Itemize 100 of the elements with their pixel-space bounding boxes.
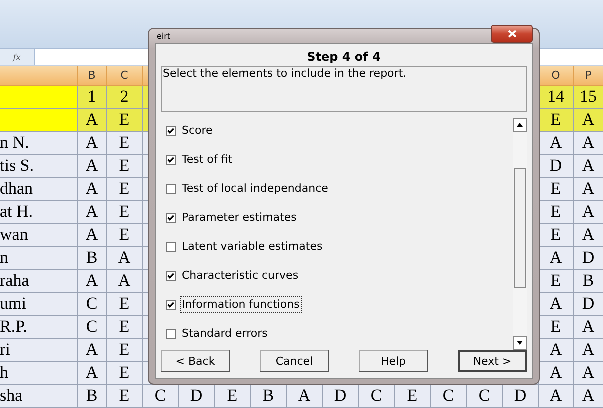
option-label[interactable]: Standard errors [180, 325, 270, 342]
table-cell: D [179, 385, 215, 408]
scroll-down-icon[interactable] [517, 341, 523, 345]
option-label[interactable]: Characteristic curves [180, 267, 301, 284]
table-cell: A [574, 362, 603, 385]
table-cell: raha [0, 270, 78, 293]
table-cell: A [574, 339, 603, 362]
table-cell: tis S. [0, 155, 78, 178]
table-cell: E [395, 385, 431, 408]
close-button[interactable] [491, 25, 533, 43]
table-cell: A [287, 385, 323, 408]
scroll-up-icon[interactable] [517, 123, 523, 127]
option-label[interactable]: Information functions [180, 296, 302, 313]
scrollbar[interactable] [513, 118, 527, 350]
table-cell: D [539, 155, 574, 178]
table-cell: A [574, 178, 603, 201]
table-cell: E [539, 178, 574, 201]
table-cell: D [503, 385, 539, 408]
checkbox[interactable] [166, 300, 176, 310]
table-cell: D [323, 385, 359, 408]
window-title: eirt [156, 32, 171, 40]
checkbox[interactable] [166, 242, 176, 252]
option-label[interactable]: Latent variable estimates [180, 238, 325, 255]
table-cell: n [0, 247, 78, 270]
table-cell: E [107, 362, 143, 385]
table-cell: E [539, 224, 574, 247]
table-cell: n N. [0, 132, 78, 155]
table-cell: A [574, 155, 603, 178]
table-cell: 14 [539, 86, 574, 109]
dialog-button[interactable]: Next > [458, 350, 527, 372]
table-cell: A [574, 109, 603, 132]
table-cell: B [78, 385, 107, 408]
column-header[interactable]: O [539, 66, 574, 86]
column-header[interactable]: P [574, 66, 603, 86]
table-cell: D [574, 293, 603, 316]
checkbox[interactable] [166, 154, 176, 164]
table-cell: C [359, 385, 395, 408]
table-cell: A [107, 247, 143, 270]
table-cell: ri [0, 339, 78, 362]
dialog-button[interactable]: < Back [161, 350, 230, 372]
close-icon[interactable] [508, 30, 516, 38]
table-cell: E [107, 339, 143, 362]
dialog-button[interactable]: Help [359, 350, 428, 372]
table-cell: at H. [0, 201, 78, 224]
table-cell: E [107, 293, 143, 316]
option-label[interactable]: Score [180, 122, 215, 139]
table-cell: B [251, 385, 287, 408]
table-cell: 15 [574, 86, 603, 109]
table-cell: E [107, 132, 143, 155]
function-label[interactable]: fx [13, 52, 21, 62]
table-cell: A [539, 362, 574, 385]
option-label[interactable]: Test of local independance [180, 180, 330, 197]
table-cell: A [78, 178, 107, 201]
table-cell: A [78, 109, 107, 132]
table-cell: A [539, 339, 574, 362]
table-cell: E [107, 201, 143, 224]
table-cell: 1 [78, 86, 107, 109]
table-cell: E [107, 316, 143, 339]
option-label[interactable]: Test of fit [180, 151, 234, 168]
table-cell: h [0, 362, 78, 385]
column-header[interactable]: C [107, 66, 143, 86]
table-cell: A [574, 132, 603, 155]
table-cell: E [107, 155, 143, 178]
table-cell: sha [0, 385, 78, 408]
table-cell: umi [0, 293, 78, 316]
table-cell: A [78, 362, 107, 385]
option-label[interactable]: Parameter estimates [180, 209, 299, 226]
table-cell: A [78, 270, 107, 293]
table-cell: A [539, 132, 574, 155]
table-cell: C [78, 293, 107, 316]
table-cell: C [143, 385, 179, 408]
table-cell: wan [0, 224, 78, 247]
table-cell: D [574, 247, 603, 270]
description-text: Select the elements to include in the report. [161, 66, 527, 112]
table-cell: A [107, 270, 143, 293]
table-cell: E [539, 201, 574, 224]
table-cell: A [539, 247, 574, 270]
table-cell: A [574, 201, 603, 224]
table-cell: A [78, 155, 107, 178]
table-cell: C [78, 316, 107, 339]
checkbox[interactable] [166, 126, 176, 136]
table-cell: E [539, 316, 574, 339]
table-cell: E [539, 270, 574, 293]
column-header[interactable]: B [78, 66, 107, 86]
checkbox[interactable] [166, 270, 176, 280]
checkbox[interactable] [166, 184, 176, 194]
table-cell: A [78, 201, 107, 224]
table-cell: E [107, 109, 143, 132]
table-cell: E [107, 385, 143, 408]
table-cell: A [574, 316, 603, 339]
table-cell: E [107, 178, 143, 201]
table-cell: B [78, 247, 107, 270]
table-cell: 2 [107, 86, 143, 109]
table-cell: A [539, 385, 574, 408]
table-cell: E [215, 385, 251, 408]
table-cell: A [78, 339, 107, 362]
checkbox[interactable] [166, 212, 176, 222]
table-cell: C [467, 385, 503, 408]
dialog-button[interactable]: Cancel [260, 350, 329, 372]
checkbox[interactable] [166, 328, 176, 338]
